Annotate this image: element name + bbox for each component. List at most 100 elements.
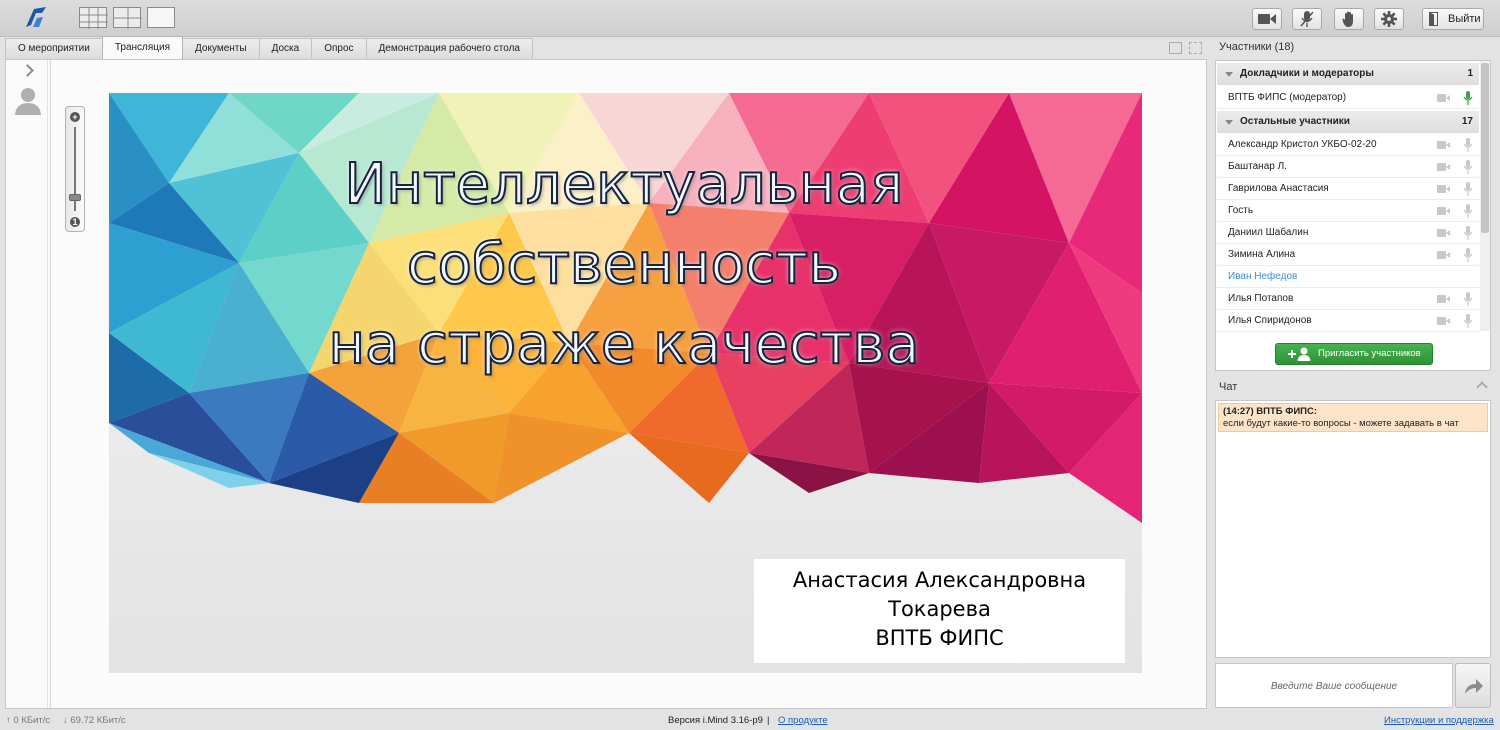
layout-grid-9-button[interactable] bbox=[79, 7, 108, 29]
participant-row[interactable]: Гаврилова Анастасия bbox=[1217, 178, 1479, 200]
raise-hand-button[interactable] bbox=[1334, 8, 1364, 30]
microphone-active-icon bbox=[1463, 91, 1473, 105]
zoom-in-icon[interactable]: + bbox=[70, 112, 80, 122]
broadcast-panel: + 1 Интеллектуальная собственность на ст… bbox=[5, 59, 1207, 709]
participant-name: Зимина Алина bbox=[1228, 249, 1296, 260]
version-label: Версия i.Mind 3.16-p9 bbox=[668, 715, 763, 726]
exit-label: Выйти bbox=[1448, 13, 1481, 25]
zoom-reset-icon[interactable]: 1 bbox=[70, 217, 80, 227]
group-other-participants[interactable]: Остальные участники 17 bbox=[1217, 111, 1479, 133]
about-product-link[interactable]: О продукте bbox=[778, 712, 828, 730]
group-count: 17 bbox=[1461, 116, 1473, 127]
upload-speed: ↑ 0 КБит/с bbox=[6, 712, 50, 730]
chevron-up-icon[interactable] bbox=[1476, 381, 1488, 393]
tab-desktop-share[interactable]: Демонстрация рабочего стола bbox=[365, 38, 533, 59]
chevron-right-icon[interactable] bbox=[21, 64, 34, 77]
participant-name: Баштанар Л. bbox=[1228, 161, 1287, 172]
speaker-user-icon bbox=[15, 88, 41, 115]
chat-input[interactable]: Введите Ваше сообщение bbox=[1215, 663, 1453, 708]
layout-single-button[interactable] bbox=[147, 7, 175, 28]
camera-icon bbox=[1437, 163, 1450, 171]
tab-about-event[interactable]: О мероприятии bbox=[5, 38, 103, 59]
left-side-strip bbox=[6, 60, 48, 708]
camera-icon bbox=[1437, 141, 1450, 149]
zoom-thumb[interactable] bbox=[69, 194, 81, 201]
tab-documents[interactable]: Документы bbox=[182, 38, 260, 59]
group-count: 1 bbox=[1467, 68, 1473, 79]
participant-row[interactable]: Зимина Алина bbox=[1217, 244, 1479, 266]
slide-viewport: + 1 Интеллектуальная собственность на ст… bbox=[50, 60, 1206, 708]
tab-whiteboard[interactable]: Доска bbox=[258, 38, 313, 59]
invite-participants-button[interactable]: Пригласить участников bbox=[1275, 343, 1433, 365]
participant-row[interactable]: Даниил Шабалин bbox=[1217, 222, 1479, 244]
participant-row[interactable]: Илья Спиридонов bbox=[1217, 310, 1479, 332]
camera-toggle-button[interactable] bbox=[1252, 8, 1282, 30]
microphone-icon bbox=[1463, 160, 1473, 174]
status-separator: | bbox=[767, 715, 770, 726]
participant-row[interactable]: ВПТБ ФИПС (модератор) bbox=[1217, 87, 1479, 109]
fullscreen-icon[interactable] bbox=[1189, 42, 1202, 54]
chat-message: (14:27) ВПТБ ФИПС: если будут какие-то в… bbox=[1218, 403, 1488, 432]
settings-button[interactable] bbox=[1374, 8, 1404, 30]
participant-row[interactable]: Иван Нефедов bbox=[1217, 266, 1479, 288]
camera-icon bbox=[1437, 185, 1450, 193]
status-bar: ↑ 0 КБит/с ↓ 69.72 КБит/с Версия i.Mind … bbox=[0, 712, 1500, 730]
layout-grid-split-button[interactable] bbox=[113, 7, 142, 29]
participant-row[interactable]: Гость bbox=[1217, 200, 1479, 222]
participant-name: ВПТБ ФИПС (модератор) bbox=[1228, 92, 1347, 103]
participant-row[interactable]: Илья Потапов bbox=[1217, 288, 1479, 310]
add-user-icon bbox=[1288, 347, 1311, 361]
author-organization-line: ВПТБ ФИПС bbox=[875, 626, 1004, 650]
slide-title-line-1: Интеллектуальная bbox=[344, 151, 905, 218]
participant-row[interactable]: Александр Кристол УКБО-02-20 bbox=[1217, 134, 1479, 156]
camera-icon bbox=[1258, 14, 1276, 24]
slide-title-line-2: собственность bbox=[406, 231, 842, 298]
send-message-button[interactable] bbox=[1455, 663, 1491, 708]
download-arrow-icon: ↓ bbox=[63, 715, 68, 726]
zoom-slider[interactable]: + 1 bbox=[65, 106, 85, 232]
camera-icon bbox=[1437, 207, 1450, 215]
camera-icon bbox=[1437, 229, 1450, 237]
participant-row[interactable]: Баштанар Л. bbox=[1217, 156, 1479, 178]
tab-poll[interactable]: Опрос bbox=[311, 38, 367, 59]
participant-name: Иван Нефедов bbox=[1228, 271, 1298, 282]
participants-scrollbar[interactable] bbox=[1480, 61, 1490, 331]
slide-title-line-3: на страже качества bbox=[327, 311, 920, 378]
main-tabs: О мероприятии Трансляция Документы Доска… bbox=[5, 36, 533, 59]
collapse-triangle-icon bbox=[1225, 72, 1233, 77]
participant-name: Илья Потапов bbox=[1228, 293, 1294, 304]
group-name: Докладчики и модераторы bbox=[1240, 68, 1374, 79]
author-name-line: Анастасия Александровна bbox=[792, 568, 1087, 592]
microphone-icon bbox=[1463, 226, 1473, 240]
download-speed-value: 69.72 КБит/с bbox=[70, 715, 126, 726]
scrollbar-thumb[interactable] bbox=[1481, 63, 1489, 233]
camera-icon bbox=[1437, 295, 1450, 303]
participant-name: Гаврилова Анастасия bbox=[1228, 183, 1329, 194]
microphone-toggle-button[interactable] bbox=[1292, 8, 1322, 30]
imind-logo-icon bbox=[26, 7, 46, 27]
camera-icon bbox=[1437, 94, 1450, 102]
microphone-icon bbox=[1463, 182, 1473, 196]
tab-broadcast[interactable]: Трансляция bbox=[101, 36, 184, 59]
invite-label: Пригласить участников bbox=[1318, 348, 1421, 359]
slide-title: Интеллектуальная собственность на страже… bbox=[229, 145, 1019, 385]
gear-icon bbox=[1381, 11, 1397, 27]
top-toolbar: Выйти bbox=[0, 0, 1500, 37]
group-speakers-moderators[interactable]: Докладчики и модераторы 1 bbox=[1217, 63, 1479, 85]
window-mode-icon[interactable] bbox=[1169, 42, 1182, 54]
microphone-icon bbox=[1463, 248, 1473, 262]
chat-message-meta: (14:27) ВПТБ ФИПС: bbox=[1223, 406, 1318, 417]
upload-speed-value: 0 КБит/с bbox=[13, 715, 51, 726]
exit-button[interactable]: Выйти bbox=[1422, 8, 1484, 30]
presentation-slide: Интеллектуальная собственность на страже… bbox=[109, 93, 1142, 673]
participants-header: Участники (18) bbox=[1219, 41, 1295, 53]
participant-name: Александр Кристол УКБО-02-20 bbox=[1228, 139, 1377, 150]
help-instructions-link[interactable]: Инструкции и поддержка bbox=[1384, 712, 1494, 730]
grid-9-icon bbox=[80, 8, 108, 29]
microphone-icon bbox=[1463, 204, 1473, 218]
hand-icon bbox=[1342, 11, 1353, 27]
participant-name: Илья Спиридонов bbox=[1228, 315, 1312, 326]
chat-messages-panel: (14:27) ВПТБ ФИПС: если будут какие-то в… bbox=[1215, 400, 1491, 658]
chat-header: Чат bbox=[1219, 381, 1238, 393]
microphone-icon bbox=[1463, 138, 1473, 152]
